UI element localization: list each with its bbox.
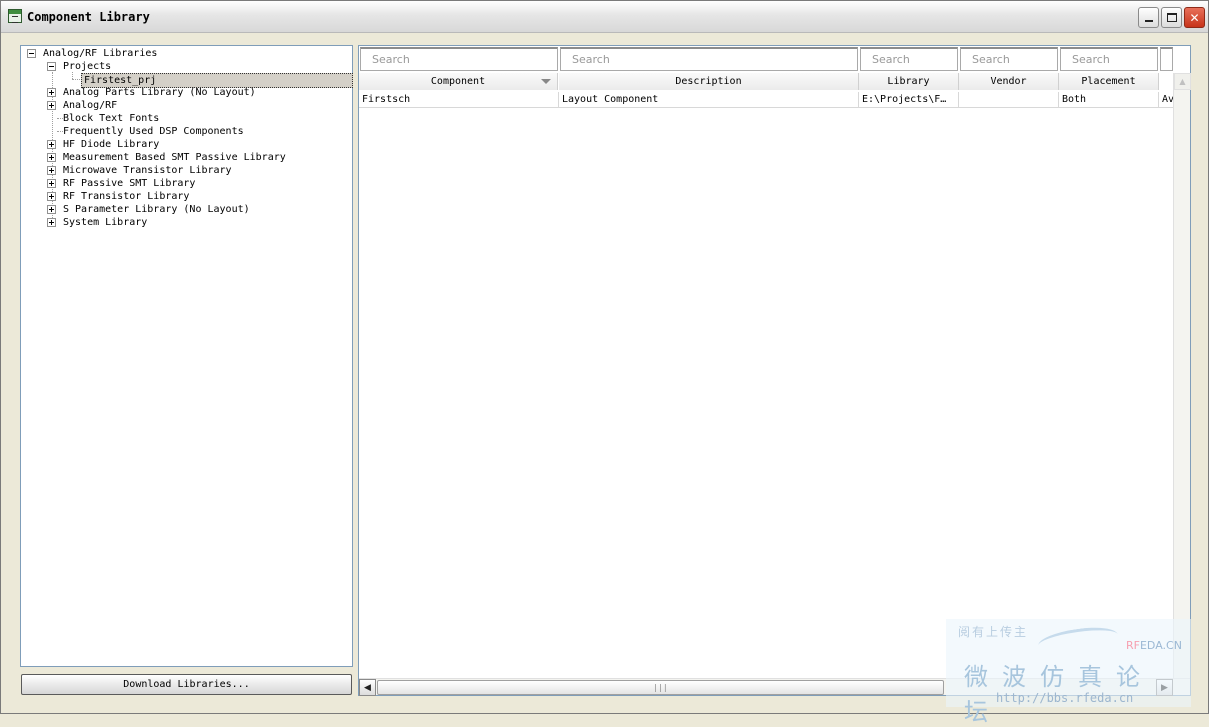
tree-connector — [72, 72, 73, 79]
search-availability-input[interactable] — [1160, 47, 1173, 71]
vertical-scrollbar[interactable]: ▲ — [1173, 73, 1191, 678]
collapse-icon[interactable] — [27, 49, 36, 58]
column-header-library[interactable]: Library — [859, 73, 959, 90]
horizontal-scrollbar[interactable]: ◀ ||| ▶ — [359, 678, 1190, 696]
download-libraries-button[interactable]: Download Libraries... — [21, 674, 352, 695]
close-icon: ✕ — [1189, 10, 1200, 25]
app-icon — [8, 9, 22, 23]
scroll-up-arrow-icon[interactable]: ▲ — [1174, 73, 1191, 90]
expand-icon[interactable] — [47, 179, 56, 188]
search-description-input[interactable]: Search — [560, 47, 858, 71]
expand-icon[interactable] — [47, 140, 56, 149]
minimize-button[interactable] — [1138, 7, 1159, 28]
scroll-right-arrow-icon[interactable]: ▶ — [1156, 679, 1173, 696]
search-vendor-input[interactable]: Search — [960, 47, 1058, 71]
maximize-icon — [1166, 13, 1177, 22]
expand-icon[interactable] — [47, 88, 56, 97]
tree-item-firstest-prj[interactable]: Firstest_prj — [81, 73, 353, 88]
cell-placement: Both — [1059, 92, 1159, 108]
expand-icon[interactable] — [47, 205, 56, 214]
scroll-left-arrow-icon[interactable]: ◀ — [359, 679, 376, 696]
column-header-label: Component — [430, 76, 486, 87]
maximize-button[interactable] — [1161, 7, 1182, 28]
cell-vendor — [959, 92, 1059, 108]
tree-item-label: System Library — [63, 217, 148, 228]
component-library-window: Component Library ✕ Analog/RF Libraries … — [0, 0, 1209, 726]
tree-item-label: Block Text Fonts — [63, 113, 160, 124]
expand-icon[interactable] — [47, 153, 56, 162]
search-library-input[interactable]: Search — [860, 47, 958, 71]
tree-item-label: Analog/RF — [63, 100, 118, 111]
expand-icon[interactable] — [47, 101, 56, 110]
cell-component: Firstsch — [359, 92, 559, 108]
cell-availability: Av — [1159, 92, 1173, 108]
expand-icon[interactable] — [47, 218, 56, 227]
expand-icon[interactable] — [47, 166, 56, 175]
collapse-icon[interactable] — [47, 62, 56, 71]
tree-item-label: HF Diode Library — [63, 139, 160, 150]
tree-item-label: Measurement Based SMT Passive Library — [63, 152, 286, 163]
tree-item-label: Analog Parts Library (No Layout) — [63, 87, 256, 98]
sort-descending-icon — [541, 79, 551, 84]
column-header-description[interactable]: Description — [559, 73, 859, 90]
expand-icon[interactable] — [47, 192, 56, 201]
tree-item-label: RF Transistor Library — [63, 191, 190, 202]
minimize-icon — [1144, 20, 1153, 22]
column-header-component[interactable]: Component — [359, 73, 558, 90]
cell-description: Layout Component — [559, 92, 859, 108]
component-table: Search Search Search Search Search Compo… — [358, 45, 1191, 696]
window-title: Component Library — [27, 10, 150, 24]
tree-item-label: Projects — [63, 61, 112, 72]
search-placement-input[interactable]: Search — [1060, 47, 1158, 71]
tree-item-label: RF Passive SMT Library — [63, 178, 196, 189]
close-button[interactable]: ✕ — [1184, 7, 1205, 28]
horizontal-scroll-thumb[interactable]: ||| — [377, 680, 944, 695]
column-header-vendor[interactable]: Vendor — [959, 73, 1059, 90]
cell-library: E:\Projects\F… — [859, 92, 959, 108]
tree-item-label: S Parameter Library (No Layout) — [63, 204, 250, 215]
title-bar[interactable]: Component Library ✕ — [1, 1, 1208, 33]
search-component-input[interactable]: Search — [360, 47, 558, 71]
tree-item-label: Microwave Transistor Library — [63, 165, 232, 176]
library-tree[interactable]: Analog/RF Libraries Projects Firstest_pr… — [20, 45, 353, 667]
column-header-placement[interactable]: Placement — [1059, 73, 1159, 90]
tree-item-label: Analog/RF Libraries — [43, 48, 158, 59]
tree-item-label: Frequently Used DSP Components — [63, 126, 244, 137]
